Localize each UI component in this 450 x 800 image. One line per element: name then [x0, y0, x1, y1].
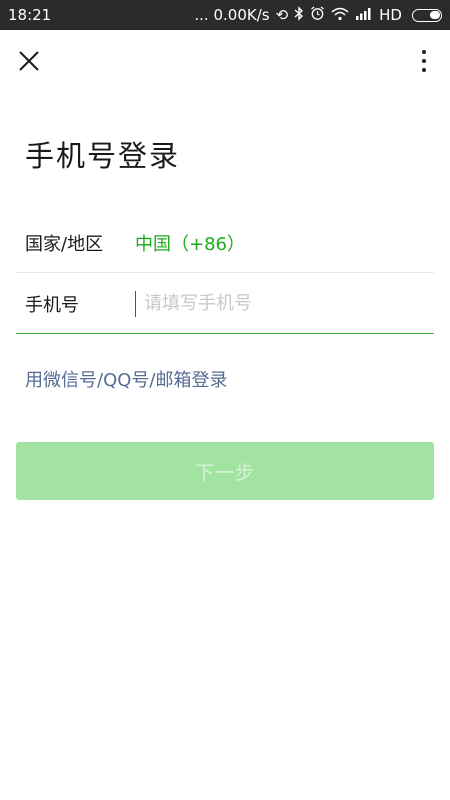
- region-label: 国家/地区: [25, 233, 104, 255]
- network-speed: ... 0.00K/s: [194, 5, 270, 24]
- bluetooth-icon: [294, 6, 304, 24]
- more-vertical-icon: [422, 50, 426, 54]
- region-value[interactable]: 中国（+86）: [135, 230, 245, 256]
- alt-login-link[interactable]: 用微信号/QQ号/邮箱登录: [25, 366, 227, 392]
- phone-label: 手机号: [25, 294, 79, 316]
- phone-input[interactable]: [135, 290, 426, 317]
- battery-icon: [412, 8, 442, 22]
- signal-icon: [355, 7, 373, 23]
- next-button[interactable]: 下一步: [16, 442, 434, 500]
- alarm-icon: [310, 6, 325, 24]
- phone-row: 手机号: [16, 274, 434, 334]
- status-time: 18:21: [8, 6, 52, 24]
- wifi-icon: [331, 7, 349, 24]
- hd-label: HD: [379, 5, 402, 24]
- more-menu-button[interactable]: [412, 44, 436, 78]
- region-selector[interactable]: 国家/地区 中国（+86）: [16, 213, 434, 273]
- page-title: 手机号登录: [25, 139, 181, 173]
- sync-icon: ⟲: [275, 5, 289, 24]
- top-bar: [0, 30, 450, 90]
- status-icons: ... 0.00K/s ⟲ HD: [194, 6, 442, 24]
- close-icon: [19, 51, 39, 71]
- close-button[interactable]: [12, 44, 46, 78]
- status-bar: 18:21 ... 0.00K/s ⟲ HD: [0, 0, 450, 30]
